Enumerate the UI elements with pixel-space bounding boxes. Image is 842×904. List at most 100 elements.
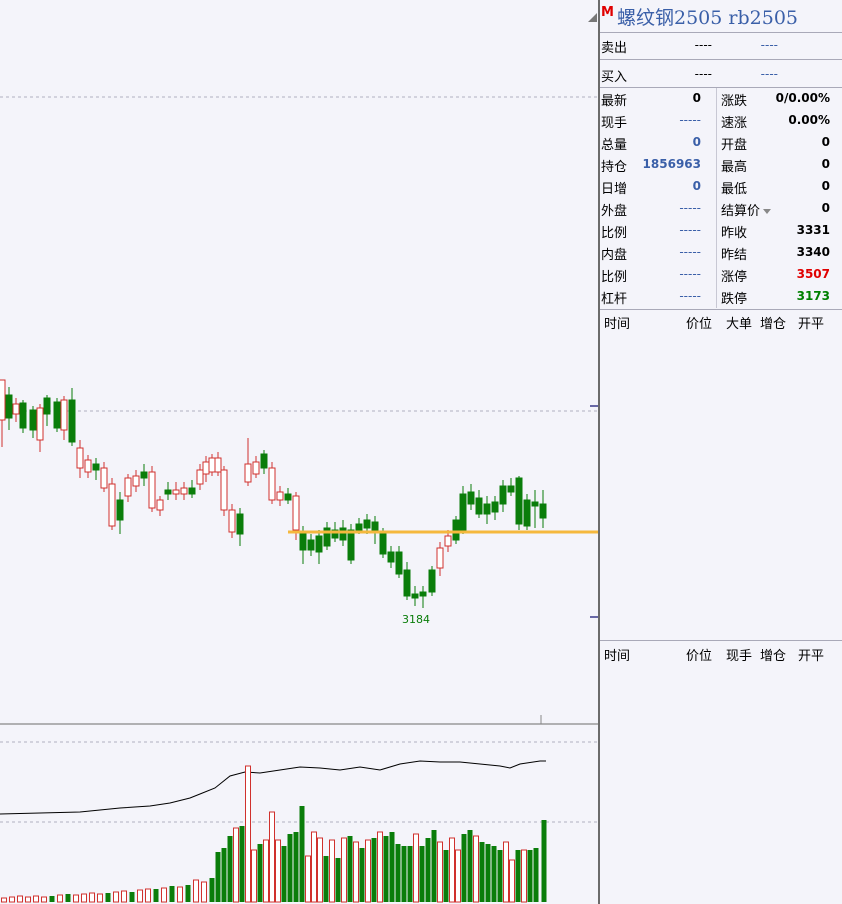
- kline-chart-area[interactable]: 3184: [0, 0, 598, 904]
- column-header[interactable]: 开平: [798, 645, 824, 664]
- volume-bar-up: [473, 835, 479, 903]
- volume-bar-up: [17, 895, 23, 903]
- volume-bar-down: [129, 892, 135, 902]
- volume-bar-down: [221, 848, 227, 902]
- volume-bar-up: [437, 841, 443, 903]
- volume-bar-up: [305, 855, 311, 903]
- candle-body-down: [459, 493, 467, 531]
- candle-body-up: [84, 459, 92, 473]
- volume-bar-down: [383, 836, 389, 902]
- column-header[interactable]: 大单: [726, 313, 752, 332]
- volume-bar-down: [461, 834, 467, 902]
- column-header[interactable]: 时间: [604, 645, 630, 664]
- volume-bar-down: [443, 850, 449, 902]
- volume-bar-down: [389, 832, 395, 902]
- quote-value: 0: [821, 157, 830, 171]
- volume-bar-down: [293, 832, 299, 902]
- volume-bar-up: [311, 831, 317, 903]
- buy-label: 买入: [601, 70, 628, 85]
- candle-body-down: [116, 499, 124, 521]
- quote-value: 0: [692, 91, 701, 105]
- candle-body-up: [436, 547, 444, 569]
- volume-bar-down: [395, 844, 401, 902]
- candle-body-down: [363, 519, 371, 529]
- candle-body-down: [403, 569, 411, 597]
- column-header[interactable]: 价位: [686, 313, 712, 332]
- column-header[interactable]: 增仓: [760, 645, 786, 664]
- quote-label: 速涨: [721, 116, 748, 131]
- volume-bar-down: [49, 896, 55, 902]
- candle-body-down: [531, 501, 539, 507]
- market-badge: M: [601, 5, 614, 20]
- column-header[interactable]: 增仓: [760, 313, 786, 332]
- divider: [600, 640, 842, 641]
- volume-bar-up: [455, 849, 461, 903]
- volume-bar-up: [503, 841, 509, 903]
- quote-value: -----: [679, 223, 701, 237]
- quote-label: 跌停: [721, 292, 748, 307]
- candle-body-down: [523, 499, 531, 527]
- quote-value: -----: [679, 201, 701, 215]
- candle-body-up: [180, 487, 188, 495]
- volume-bar-down: [239, 826, 245, 902]
- candle-body-down: [5, 394, 13, 419]
- candle-body-down: [483, 503, 491, 515]
- volume-bar-down: [527, 850, 533, 902]
- volume-bar-up: [137, 889, 143, 903]
- sell-label: 卖出: [601, 41, 628, 56]
- candle-body-down: [260, 453, 268, 469]
- candle-body-up: [228, 509, 236, 533]
- volume-bar-down: [419, 846, 425, 902]
- volume-bar-up: [317, 837, 323, 903]
- candle-body-down: [515, 477, 523, 525]
- volume-bar-down: [169, 886, 175, 902]
- quote-value: 0: [821, 135, 830, 149]
- volume-bar-up: [245, 765, 251, 903]
- candle-body-up: [202, 461, 210, 475]
- quote-label: 比例: [601, 226, 628, 241]
- volume-bar-up: [193, 879, 199, 903]
- candle-body-down: [507, 485, 515, 493]
- kline-chart[interactable]: 3184: [0, 0, 598, 904]
- candle-body-up: [36, 407, 44, 441]
- candle-body-down: [452, 519, 460, 541]
- candle-body-down: [339, 527, 347, 541]
- quote-value: -----: [679, 245, 701, 259]
- sell-volume: ----: [760, 38, 778, 52]
- quote-value: 0: [821, 201, 830, 215]
- column-header[interactable]: 现手: [726, 645, 752, 664]
- column-header[interactable]: 价位: [686, 645, 712, 664]
- quote-value: 0: [692, 179, 701, 193]
- volume-bar-down: [515, 850, 521, 902]
- volume-bar-up: [233, 827, 239, 903]
- quote-value: 0/0.00%: [775, 91, 830, 105]
- volume-bar-down: [401, 846, 407, 902]
- candle-body-up: [12, 403, 20, 415]
- divider: [600, 32, 842, 33]
- volume-bar-up: [145, 888, 151, 903]
- candle-body-down: [491, 501, 499, 513]
- candle-body-down: [467, 491, 475, 505]
- quote-value: -----: [679, 289, 701, 303]
- quote-label: 最新: [601, 94, 628, 109]
- candle-body-down: [428, 569, 436, 593]
- quote-label: 涨停: [721, 270, 748, 285]
- volume-bar-down: [287, 834, 293, 902]
- divider: [600, 59, 842, 60]
- low-price-label: 3184: [402, 613, 430, 626]
- collapse-corner-icon[interactable]: [588, 13, 597, 22]
- volume-bar-down: [185, 885, 191, 902]
- column-header[interactable]: 开平: [798, 313, 824, 332]
- candle-body-up: [132, 475, 140, 487]
- candle-body-down: [299, 531, 307, 551]
- volume-bar-down: [227, 836, 233, 902]
- volume-bar-up: [329, 839, 335, 903]
- volume-bar-down: [299, 806, 305, 902]
- volume-bar-down: [347, 836, 353, 902]
- candle-body-down: [19, 402, 27, 429]
- quote-value: 3173: [796, 289, 830, 303]
- candle-body-down: [419, 591, 427, 597]
- volume-bar-up: [177, 886, 183, 903]
- column-header[interactable]: 时间: [604, 313, 630, 332]
- candle-body-down: [164, 489, 172, 495]
